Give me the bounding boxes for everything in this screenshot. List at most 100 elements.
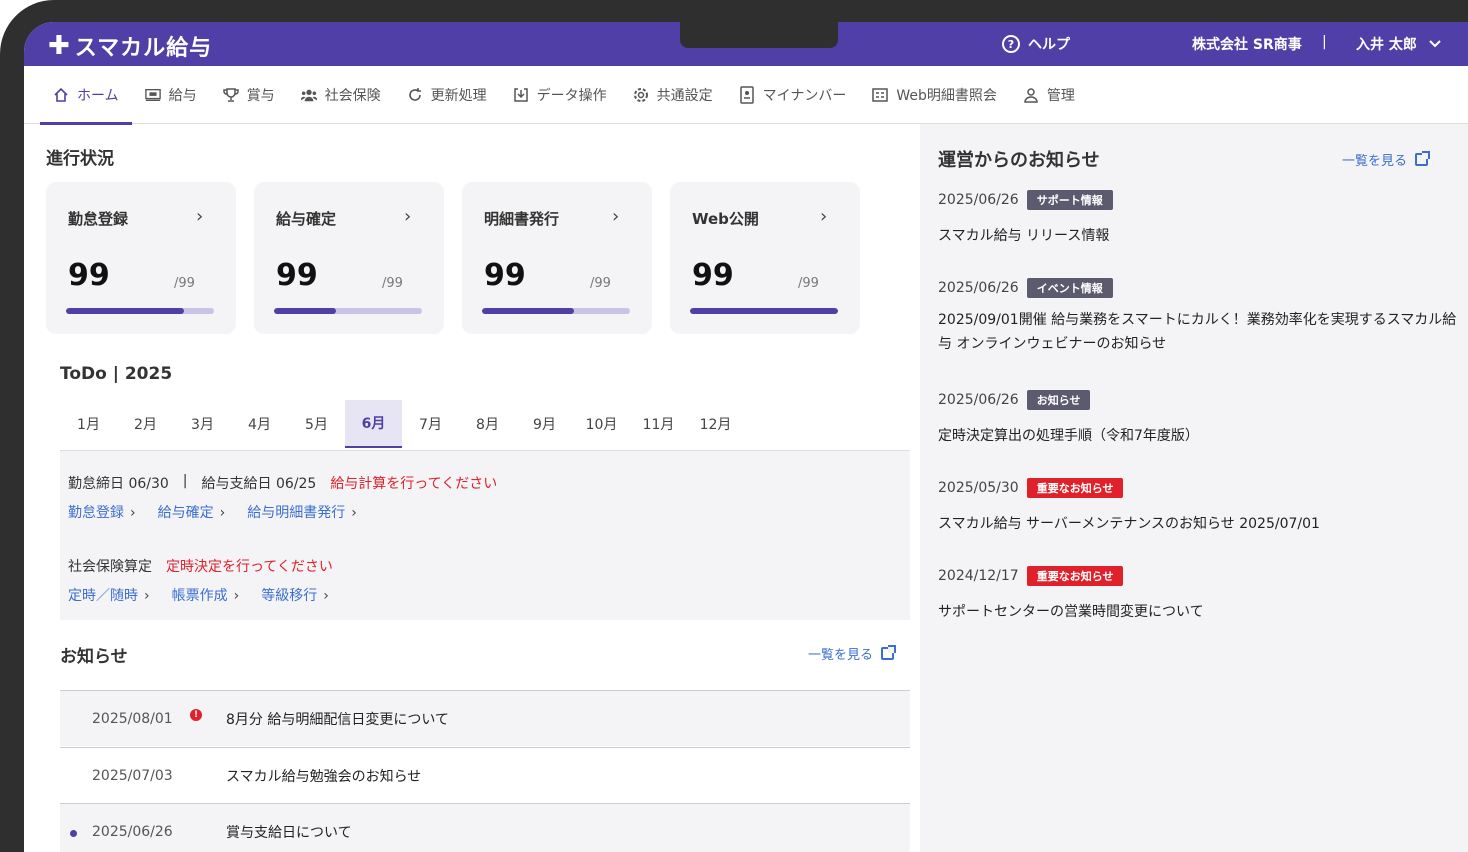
todo-panel: 勤怠締日 06/30 | 給与支給日 06/25 給与計算を行ってください 勤怠…: [60, 450, 910, 620]
tab-month[interactable]: 1月: [60, 400, 117, 448]
todo-separator: |: [182, 473, 188, 489]
insurance-label: 社会保険算定: [68, 559, 152, 575]
nav-item-data[interactable]: データ操作: [500, 66, 620, 124]
important-badge: 重要なお知らせ: [1026, 566, 1124, 586]
news-view-all-link[interactable]: 一覧を見る: [808, 644, 897, 663]
tab-month-active[interactable]: 6月: [345, 400, 402, 448]
news-row[interactable]: 2025/06/26 賞与支給日について: [60, 804, 910, 852]
nav-item-salary[interactable]: 給与: [132, 66, 210, 124]
nav-label: 給与: [168, 88, 197, 104]
card-total: /99: [798, 276, 819, 291]
card-total: /99: [174, 276, 195, 291]
announcement-date: 2025/06/26: [938, 392, 1019, 408]
unread-dot-icon: [70, 829, 77, 837]
link-grade-migration[interactable]: 等級移行 ›: [261, 585, 329, 605]
nav-item-mynumber[interactable]: マイナンバー: [726, 66, 860, 124]
nav-item-bonus[interactable]: 賞与: [210, 66, 288, 124]
tab-month[interactable]: 2月: [117, 400, 174, 448]
nav-item-update[interactable]: 更新処理: [394, 66, 500, 124]
tab-month[interactable]: 11月: [630, 400, 687, 448]
company-name: 株式会社 SR商事: [1192, 37, 1302, 53]
card-value: 99: [692, 258, 734, 293]
help-button[interactable]: ? ヘルプ: [1002, 34, 1070, 54]
main-nav: ホーム 給与 賞与 社会保険 更新処理 データ操作 共通設定 マイナンバー We…: [24, 66, 1468, 125]
document-icon: [872, 87, 889, 103]
month-tabs: 1月 2月 3月 4月 5月 6月 7月 8月 9月 10月 11月 12月: [60, 400, 744, 448]
link-regular-adhoc[interactable]: 定時／随時 ›: [68, 585, 150, 605]
card-title: 明細書発行: [484, 210, 560, 228]
id-card-icon: [739, 86, 755, 104]
news-title: お知らせ: [60, 647, 128, 667]
payslip-icon: [144, 87, 161, 103]
tab-month[interactable]: 5月: [288, 400, 345, 448]
refresh-icon: [407, 87, 423, 103]
insurance-todo: 社会保険算定 定時決定を行ってください: [68, 556, 333, 576]
announcement-item[interactable]: 2025/05/30 重要なお知らせ スマカル給与 サーバーメンテナンスのお知ら…: [938, 478, 1458, 536]
announcement-item[interactable]: 2025/06/26 イベント情報 2025/09/01開催 給与業務をスマート…: [938, 278, 1458, 356]
announcement-text: サポートセンターの営業時間変更について: [938, 604, 1204, 620]
nav-item-admin[interactable]: 管理: [1010, 66, 1088, 124]
progress-bar-fill: [274, 308, 337, 314]
progress-card-statement[interactable]: 明細書発行 › 99 /99: [462, 182, 652, 334]
progress-bar-fill: [690, 308, 838, 314]
nav-item-social-insurance[interactable]: 社会保険: [288, 66, 394, 124]
tab-month[interactable]: 3月: [174, 400, 231, 448]
nav-item-settings[interactable]: 共通設定: [620, 66, 726, 124]
announcement-item[interactable]: 2025/06/26 お知らせ 定時決定算出の処理手順（令和7年度版）: [938, 390, 1458, 448]
progress-card-attendance[interactable]: 勤怠登録 › 99 /99: [46, 182, 236, 334]
tab-month[interactable]: 10月: [573, 400, 630, 448]
news-date: 2025/08/01: [92, 710, 173, 727]
app-logo[interactable]: ✚ スマカル給与: [48, 30, 212, 62]
link-attendance[interactable]: 勤怠登録 ›: [68, 502, 136, 522]
nav-label: ホーム: [77, 88, 119, 104]
tab-month[interactable]: 7月: [402, 400, 459, 448]
help-icon: ?: [1002, 35, 1020, 53]
card-value: 99: [484, 258, 526, 293]
news-text: 賞与支給日について: [226, 824, 352, 841]
nav-item-web-payslip[interactable]: Web明細書照会: [859, 66, 1010, 124]
link-forms[interactable]: 帳票作成 ›: [172, 585, 240, 605]
announcements-view-all-link[interactable]: 一覧を見る: [1342, 150, 1431, 169]
tab-month[interactable]: 8月: [459, 400, 516, 448]
announcement-item[interactable]: 2025/06/26 サポート情報 スマカル給与 リリース情報: [938, 190, 1458, 248]
tab-month[interactable]: 9月: [516, 400, 573, 448]
card-total: /99: [590, 276, 611, 291]
tab-month[interactable]: 4月: [231, 400, 288, 448]
chevron-right-icon: ›: [612, 206, 620, 227]
tab-month[interactable]: 12月: [687, 400, 744, 448]
todo-title: ToDo | 2025: [60, 364, 173, 384]
user-menu[interactable]: 入井 太郎: [1356, 34, 1441, 54]
plus-icon: ✚: [48, 31, 71, 61]
trophy-icon: [222, 87, 239, 103]
card-value: 99: [68, 258, 110, 293]
nav-label: 共通設定: [656, 88, 713, 104]
link-salary-confirm[interactable]: 給与確定 ›: [158, 502, 226, 522]
news-date: 2025/07/03: [92, 767, 173, 784]
chevron-down-icon: [1429, 40, 1441, 48]
nav-label: 管理: [1046, 88, 1075, 104]
category-badge: サポート情報: [1026, 190, 1113, 210]
nav-label: 更新処理: [430, 88, 487, 104]
announcement-text: スマカル給与 サーバーメンテナンスのお知らせ 2025/07/01: [938, 516, 1320, 532]
news-row[interactable]: 2025/08/01 ! 8月分 給与明細配信日変更について: [60, 691, 910, 746]
external-link-icon: [1415, 151, 1431, 166]
announcement-date: 2025/06/26: [938, 280, 1019, 296]
news-row[interactable]: 2025/07/03 スマカル給与勉強会のお知らせ: [60, 748, 910, 803]
announcement-item[interactable]: 2024/12/17 重要なお知らせ サポートセンターの営業時間変更について: [938, 566, 1458, 624]
progress-bar-fill: [482, 308, 574, 314]
news-text: スマカル給与勉強会のお知らせ: [226, 768, 422, 785]
announcement-date: 2025/06/26: [938, 192, 1019, 208]
progress-bar: [274, 308, 422, 314]
important-icon: !: [190, 708, 202, 721]
progress-card-salary-confirm[interactable]: 給与確定 › 99 /99: [254, 182, 444, 334]
nav-item-home[interactable]: ホーム: [40, 66, 132, 125]
chevron-right-icon: ›: [196, 206, 204, 227]
download-icon: [513, 87, 529, 103]
progress-card-web-publish[interactable]: Web公開 › 99 /99: [670, 182, 860, 334]
app-logo-text: スマカル給与: [74, 36, 213, 61]
link-payslip-issue[interactable]: 給与明細書発行 ›: [247, 502, 357, 522]
payroll-warning: 給与計算を行ってください: [330, 476, 498, 492]
card-total: /99: [382, 276, 403, 291]
gear-icon: [633, 87, 649, 103]
progress-bar: [66, 308, 214, 314]
